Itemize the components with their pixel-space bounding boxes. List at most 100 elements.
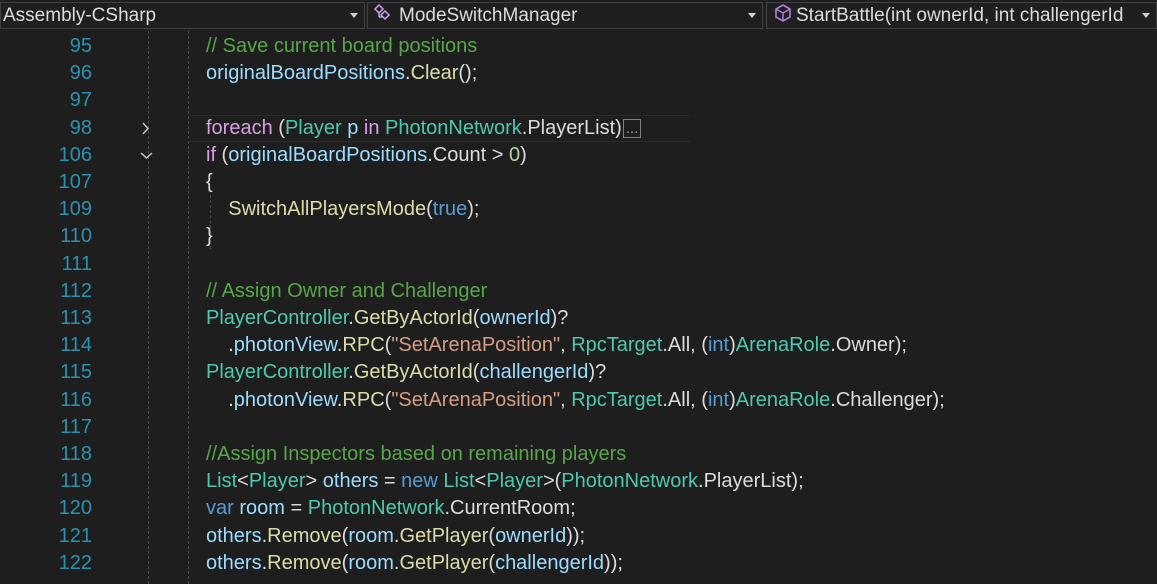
member-dropdown[interactable]: StartBattle(int ownerId, int challengerI… (766, 2, 1157, 29)
code-line[interactable]: 96 originalBoardPositions.Clear(); (0, 60, 1157, 87)
code-token: . (206, 388, 234, 411)
code-line[interactable]: 110} (0, 223, 1157, 250)
code-line[interactable]: 115 PlayerController.GetByActorId(challen… (0, 359, 1157, 386)
code-token: Player (486, 470, 543, 493)
code-token: > (305, 470, 323, 493)
chevron-right-icon[interactable] (138, 115, 156, 142)
code-token: var (206, 497, 234, 520)
code-line[interactable]: 109 SwitchAllPlayersMode(true); (0, 196, 1157, 223)
code-token: ); (932, 388, 945, 411)
line-number: 95 (69, 35, 92, 57)
code-token: SwitchAllPlayersMode (228, 198, 427, 221)
collapsed-region-ellipsis[interactable]: ... (622, 118, 642, 138)
code-token: "SetArenaPosition" (391, 334, 561, 357)
code-line[interactable]: 117 (0, 414, 1157, 441)
code-line[interactable]: 97 (0, 87, 1157, 114)
code-token: new (401, 470, 438, 493)
line-number: 117 (60, 415, 92, 438)
code-text: foreach (Player p in PhotonNetwork.Playe… (206, 115, 642, 142)
code-line[interactable]: 116 .photonView.RPC("SetArenaPosition", … (0, 387, 1157, 414)
project-dropdown[interactable]: Assembly-CSharp (0, 2, 365, 29)
line-number: 109 (58, 198, 92, 221)
code-token: ); (467, 198, 480, 221)
code-token: = (378, 470, 402, 493)
code-text: SwitchAllPlayersMode(true); (206, 196, 479, 223)
code-token: ); (791, 470, 804, 493)
code-line[interactable]: 118 //Assign Inspectors based on remainin… (0, 441, 1157, 468)
code-text: { (206, 169, 213, 196)
code-token: int (707, 388, 730, 411)
code-line[interactable]: 113 PlayerController.GetByActorId(ownerId… (0, 305, 1157, 332)
code-line[interactable]: 98 foreach (Player p in PhotonNetwork.Pla… (0, 114, 1157, 142)
line-number: 112 (60, 279, 92, 302)
code-token: 0 (508, 143, 521, 166)
type-dropdown[interactable]: ModeSwitchManager (367, 2, 763, 29)
type-dropdown-label: ModeSwitchManager (399, 4, 578, 26)
code-token: //Assign Inspectors based on remaining p… (206, 443, 627, 465)
code-token: p (347, 116, 359, 139)
code-token: GetPlayer (399, 551, 489, 574)
code-line[interactable]: 95 // Save current board positions (0, 33, 1157, 60)
code-token: challengerId (495, 551, 605, 574)
code-text: others.Remove(room.GetPlayer(challengerI… (206, 550, 623, 577)
code-token: CurrentRoom (450, 497, 571, 520)
code-token: Remove (267, 524, 342, 547)
code-token: RPC (342, 388, 385, 411)
code-token: Owner (835, 334, 895, 357)
code-token: RpcTarget (571, 388, 663, 411)
code-line[interactable]: 121 others.Remove(room.GetPlayer(ownerId)… (0, 523, 1157, 550)
line-number: 111 (61, 252, 92, 275)
code-token: ArenaRole (735, 388, 831, 411)
code-line[interactable]: 122 others.Remove(room.GetPlayer(challeng… (0, 550, 1157, 577)
code-text: //Assign Inspectors based on remaining p… (206, 441, 626, 468)
code-token: )); (604, 551, 623, 574)
code-token: , ( (690, 334, 708, 357)
code-line[interactable]: 112 // Assign Owner and Challenger (0, 278, 1157, 305)
chevron-down-icon (748, 13, 756, 18)
code-line[interactable]: 114 .photonView.RPC("SetArenaPosition", … (0, 332, 1157, 359)
code-token: others (206, 551, 262, 574)
chevron-down-icon[interactable] (138, 142, 156, 169)
code-token: if (206, 143, 216, 166)
code-editor[interactable]: 95 // Save current board positions 96 origi… (0, 31, 1157, 584)
code-token: . (206, 334, 234, 357)
code-token: others (322, 470, 379, 493)
code-token: < (237, 470, 249, 493)
code-line[interactable]: 119 List<Player> others = new List<Player… (0, 468, 1157, 495)
line-number: 97 (69, 89, 92, 112)
code-token: PlayerList (703, 470, 792, 493)
code-token: ) (520, 143, 527, 166)
code-token: int (707, 334, 730, 357)
code-token: ; (570, 497, 576, 520)
code-token: originalBoardPositions (228, 143, 428, 166)
code-token: Clear (410, 62, 459, 85)
code-token: ) (729, 334, 736, 357)
line-number: 106 (58, 143, 92, 166)
code-token: // Assign Owner and Challenger (206, 279, 488, 302)
line-number: 107 (58, 171, 92, 193)
method-cube-icon (773, 3, 793, 28)
line-number: 98 (69, 116, 92, 139)
code-text: } (206, 223, 213, 250)
code-line[interactable]: 107 { (0, 169, 1157, 196)
code-line[interactable]: 106 if (originalBoardPositions.Count > 0) (0, 142, 1157, 169)
code-text: others.Remove(room.GetPlayer(ownerId)); (206, 523, 585, 550)
code-token: ( (272, 116, 285, 139)
code-token: , ( (690, 388, 708, 411)
code-token: others (206, 524, 262, 547)
code-token: room (348, 524, 394, 547)
code-token: Player (248, 470, 306, 493)
code-token: ( (216, 143, 229, 166)
code-token: room (348, 551, 394, 574)
code-line[interactable]: 120 var room = PhotonNetwork.CurrentRoom; (0, 495, 1157, 522)
code-token: ownerId (495, 524, 567, 547)
project-dropdown-label: Assembly-CSharp (3, 4, 157, 26)
code-token: Count (432, 143, 487, 166)
code-token: )? (550, 307, 569, 329)
code-token: GetByActorId (353, 361, 473, 384)
navigation-bar: Assembly-CSharp ModeSwitchManager StartB… (0, 0, 1157, 31)
code-token: GetByActorId (353, 307, 473, 329)
code-token: true (432, 198, 468, 221)
code-token: PlayerController (206, 307, 349, 329)
code-line[interactable]: 111 (0, 251, 1157, 278)
